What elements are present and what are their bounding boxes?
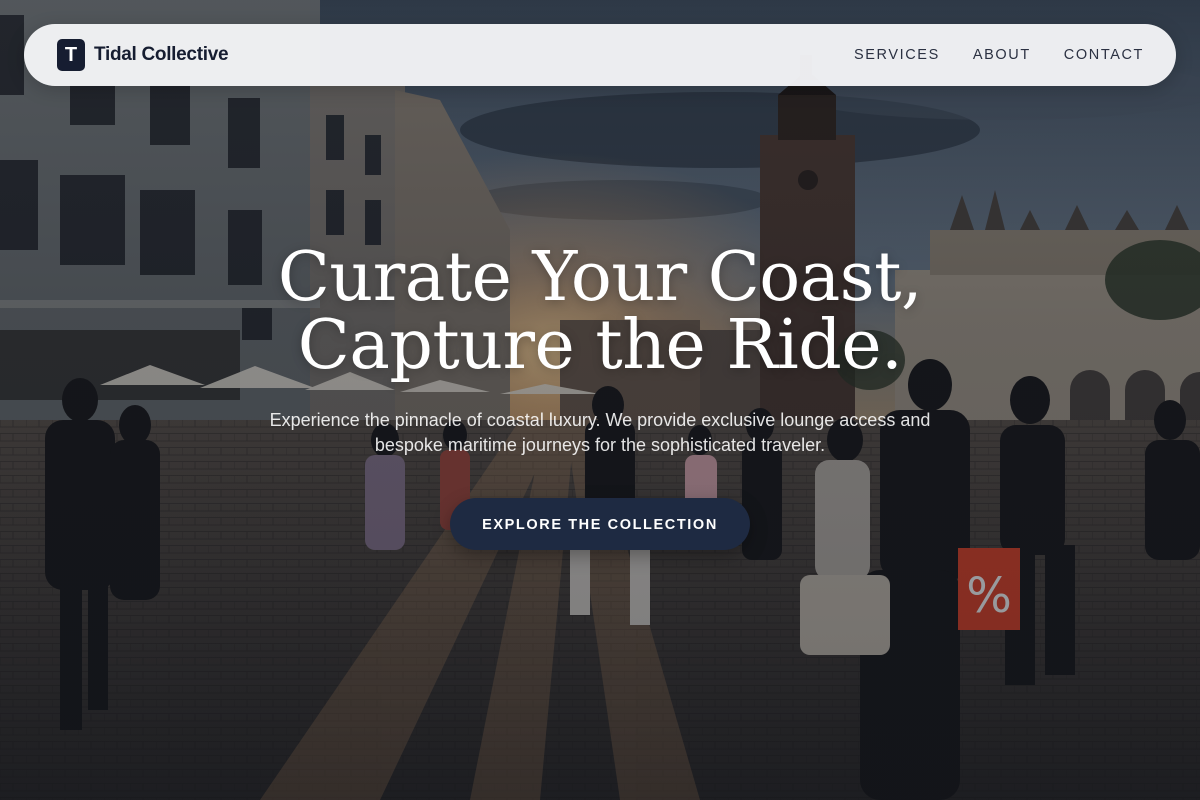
brand-home-link[interactable]: T Tidal Collective xyxy=(57,39,229,71)
brand-name: Tidal Collective xyxy=(94,44,229,65)
hero-content: Curate Your Coast, Capture the Ride. Exp… xyxy=(0,244,1200,550)
hero-subtitle: Experience the pinnacle of coastal luxur… xyxy=(269,410,931,455)
hero-title-line-1: Curate Your Coast, xyxy=(277,238,923,317)
hero-title: Curate Your Coast, Capture the Ride. xyxy=(0,244,1200,380)
explore-collection-button[interactable]: EXPLORE THE COLLECTION xyxy=(450,498,750,550)
nav-links: SERVICES ABOUT CONTACT xyxy=(854,47,1144,63)
nav-link-services[interactable]: SERVICES xyxy=(854,47,940,63)
letter-t-logo-icon: T xyxy=(57,39,85,71)
nav-link-contact[interactable]: CONTACT xyxy=(1064,47,1144,63)
nav-link-about[interactable]: ABOUT xyxy=(973,47,1031,63)
hero-title-line-2: Capture the Ride. xyxy=(297,306,903,385)
hero-section: % T Tidal Collective SERVICES ABOUT CONT… xyxy=(0,0,1200,800)
top-navigation-bar: T Tidal Collective SERVICES ABOUT CONTAC… xyxy=(24,24,1176,86)
